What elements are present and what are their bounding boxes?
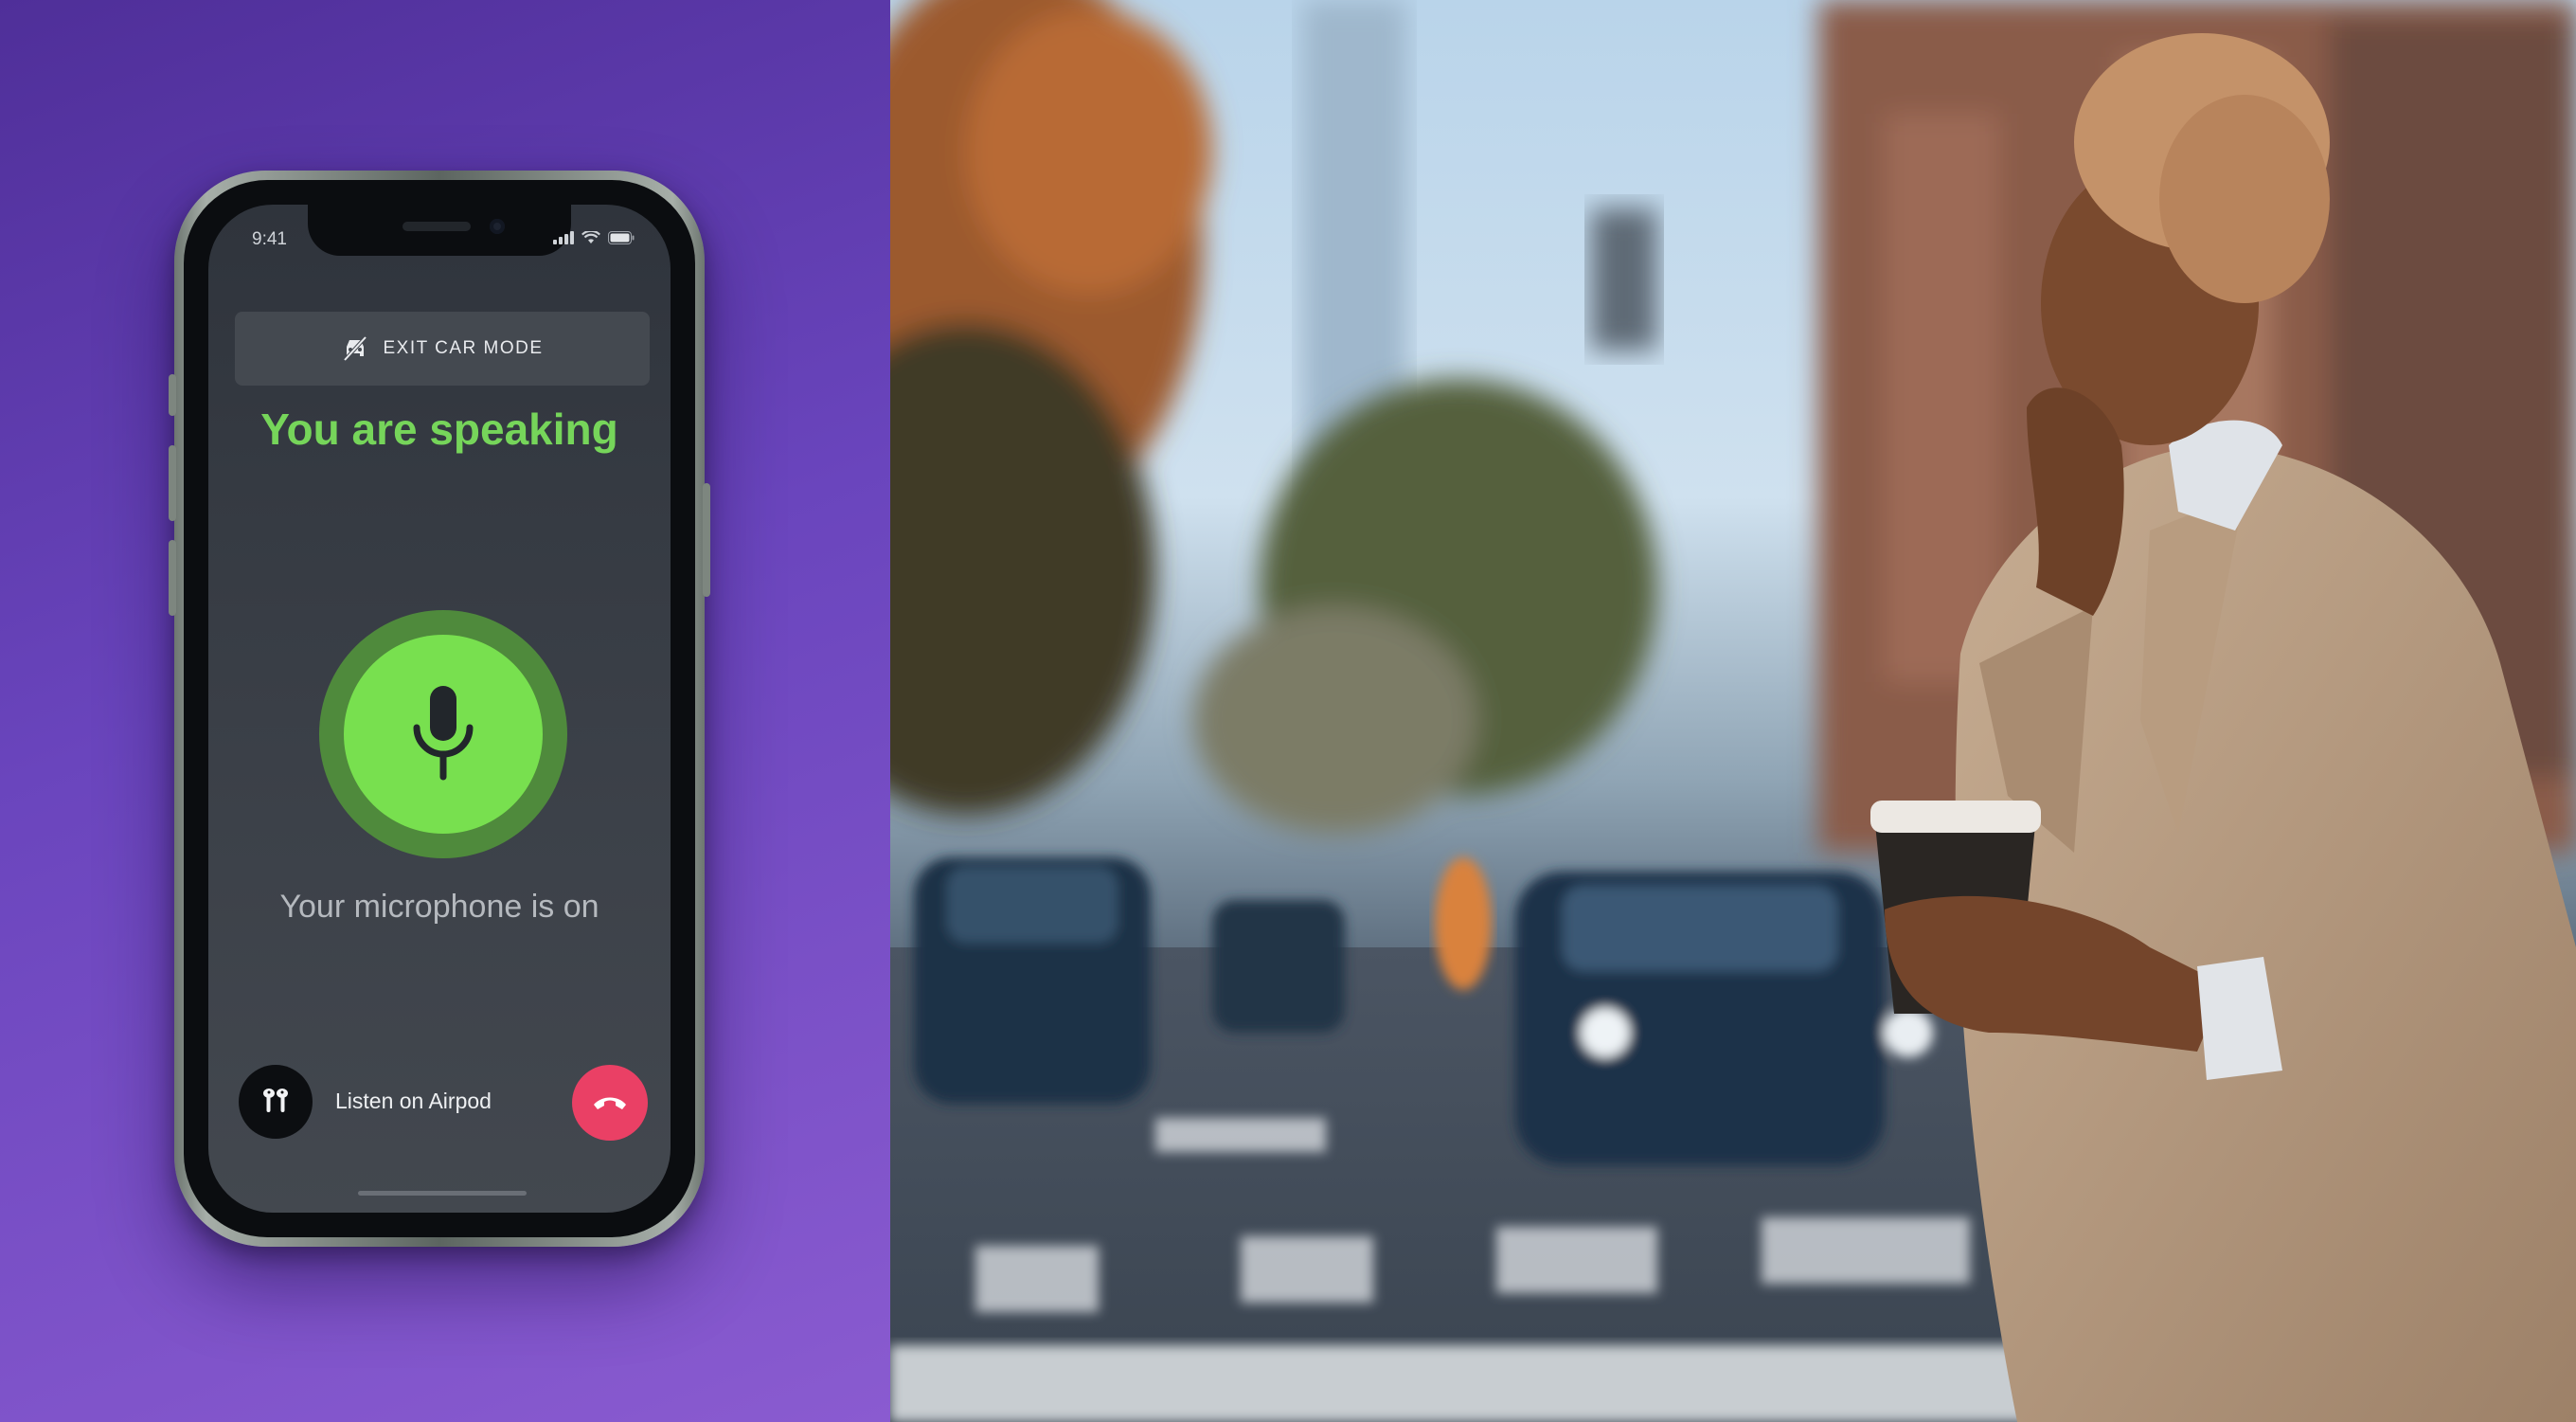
volume-up-button [169,445,176,521]
battery-icon [608,231,635,244]
status-bar-icons [553,231,635,244]
notch [308,205,571,256]
car-off-icon [343,335,367,362]
front-camera [490,219,505,234]
street-photo [890,0,2576,1422]
hang-up-icon [594,1097,626,1109]
microphone-ring [319,610,567,858]
microphone-icon [413,686,474,781]
exit-car-mode-label: EXIT CAR MODE [383,338,544,358]
airpod-label[interactable]: Listen on Airpod [335,1089,492,1114]
phone-bezel: 9:41 EXIT CAR MODE You are speaking Your… [184,180,695,1237]
home-indicator [358,1191,527,1196]
airpod-button[interactable] [239,1065,313,1139]
microphone-status-text: Your microphone is on [279,889,599,925]
hang-up-button[interactable] [572,1065,648,1141]
power-button [703,483,710,597]
speaking-status-title: You are speaking [260,405,618,454]
volume-down-button [169,540,176,616]
airpods-icon [263,1089,288,1112]
earpiece [402,222,471,231]
wifi-icon [581,231,600,243]
status-time: 9:41 [252,229,287,249]
microphone-button[interactable] [344,635,543,834]
phone-screen: 9:41 EXIT CAR MODE You are speaking Your… [208,205,671,1213]
street-photo-illustration [890,0,2576,1422]
exit-car-mode-button[interactable]: EXIT CAR MODE [235,312,650,386]
phone-mockup: 9:41 EXIT CAR MODE You are speaking Your… [169,171,710,1247]
mute-switch [169,374,176,416]
signal-icon [553,231,574,244]
promo-background: 9:41 EXIT CAR MODE You are speaking Your… [0,0,890,1422]
